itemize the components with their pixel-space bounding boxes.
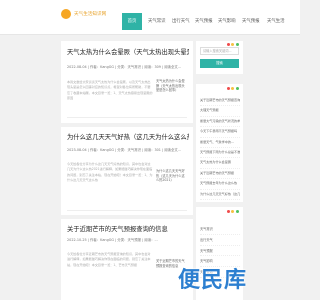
recent-post-link[interactable]: 为什么这几天天气好热（这几天为什么... <box>200 190 240 201</box>
post-excerpt: 今天给各位分享近期芒市的天气预报查询的知识，其中也会对进行解释，如果能碰巧解决你… <box>67 252 151 267</box>
recent-posts-widget: 关于近期芒市的天气预报查询的信息 大理天气预报 衡量大气污染的天气状况的参数和指… <box>196 84 243 202</box>
recent-post-link[interactable]: 今天下午暴雨不天气预报吗 <box>200 127 240 138</box>
search-widget: 请输入搜索关键词... 搜索 <box>196 41 243 74</box>
post-title[interactable]: 为什么这几天天气好热（这几天为什么这么热2021） <box>67 132 189 141</box>
yellow-dot-icon <box>231 87 235 90</box>
nav-item-travel-weather[interactable]: 出行天气 <box>172 13 190 30</box>
post-title[interactable]: 天气太热为什么会晕厥（天气太热出现头晕是怎么回事） <box>67 47 189 56</box>
thumbnail-alt-text: 为什么这几天天气好热（这几天为什么这么热2021） <box>156 169 185 182</box>
post-thumbnail[interactable]: 为什么这几天天气好热（这几天为什么这么热2021） <box>156 169 187 193</box>
post-meta: 2023-08-04 | 作者：KangGG | 分类：天气常识 | 阅读：30… <box>67 148 182 152</box>
post-thumbnail[interactable]: 天气太热为什么会晕厥（天气太热出现头晕是怎么回事） <box>156 79 187 103</box>
yellow-dot-icon <box>231 210 235 213</box>
recent-post-link[interactable]: 天气预报下雨为什么总是不准 <box>200 148 240 159</box>
post-excerpt: 本篇文章给大家谈谈天气太热为什么会晕厥，以及天气太热出现头晕是怎么回事对应的知识… <box>67 80 153 101</box>
window-dots <box>226 210 239 213</box>
red-dot-icon <box>226 87 230 90</box>
nav-item-home[interactable]: 首页 <box>122 13 142 30</box>
red-dot-icon <box>226 43 230 46</box>
category-link[interactable]: 出行天气 <box>200 235 240 246</box>
nav-item-weather-forecast-2[interactable]: 天气预报 <box>242 13 260 30</box>
nav-item-weather-forecast[interactable]: 天气预报 <box>195 13 213 30</box>
post-card: 天气太热为什么会晕厥（天气太热出现头晕是怎么回事） 2022-08-04 | 作… <box>61 41 193 123</box>
divider <box>67 210 187 211</box>
nav-item-weather-basics[interactable]: 天气常识 <box>148 13 166 30</box>
post-card: 为什么这几天天气好热（这几天为什么这么热2021） 2023-08-04 | 作… <box>61 127 193 215</box>
recent-post-link[interactable]: 衡量大气污染的天气状况的参数和指标 <box>200 117 240 128</box>
watermark-logo: 便民库 <box>178 268 248 293</box>
recent-post-link[interactable]: 关于近期芒市的天气预报查询的信息 <box>200 96 240 107</box>
recent-post-link[interactable]: 关于近期芒市的天气预报 <box>200 169 240 180</box>
recent-post-link[interactable]: 大理天气预报 <box>200 106 240 117</box>
green-dot-icon <box>236 43 239 46</box>
window-dots <box>226 87 239 90</box>
category-link[interactable]: 天气常识 <box>200 224 240 235</box>
green-dot-icon <box>236 210 239 213</box>
nav-item-weather-life[interactable]: 天气生活 <box>267 13 285 30</box>
red-dot-icon <box>226 210 230 213</box>
category-link[interactable]: 天气预报 <box>200 246 240 257</box>
window-dots <box>226 43 239 46</box>
main-nav: 首页 天气常识 出行天气 天气预报 天气影响 天气预报 天气生活 <box>0 13 300 30</box>
search-input[interactable]: 请输入搜索关键词... <box>200 47 239 55</box>
post-title[interactable]: 关于近期芒市的天气预报查询的信息 <box>67 224 189 233</box>
recent-post-link[interactable]: 天气预报去年为什么这么热 <box>200 179 240 190</box>
recent-posts-list: 关于近期芒市的天气预报查询的信息 大理天气预报 衡量大气污染的天气状况的参数和指… <box>200 96 240 201</box>
green-dot-icon <box>236 87 239 90</box>
recent-post-link[interactable]: 衡量天气、气象学中的... <box>200 138 240 149</box>
recent-post-link[interactable]: 天气太热为什么会晕厥 <box>200 158 240 169</box>
yellow-dot-icon <box>231 43 235 46</box>
nav-item-weather-impact[interactable]: 天气影响 <box>218 13 236 30</box>
divider <box>67 117 187 118</box>
thumbnail-alt-text: 天气太热为什么会晕厥（天气太热出现头晕是怎么回事） <box>156 79 185 92</box>
post-card: 关于近期芒市的天气预报查询的信息 2022-10-25 | 作者：KangGG … <box>61 219 193 300</box>
search-button[interactable]: 搜索 <box>200 59 239 68</box>
post-meta: 2022-10-25 | 作者：KangGG | 分类：天气预报 | 阅读：..… <box>67 238 158 242</box>
post-excerpt: 今天给各位分享为什么这几天天气好热的知识，其中也会对这几天为什么这么热2021进… <box>67 162 153 183</box>
post-meta: 2022-08-04 | 作者：KangGG | 分类：天气常识 | 阅读：30… <box>67 65 182 69</box>
